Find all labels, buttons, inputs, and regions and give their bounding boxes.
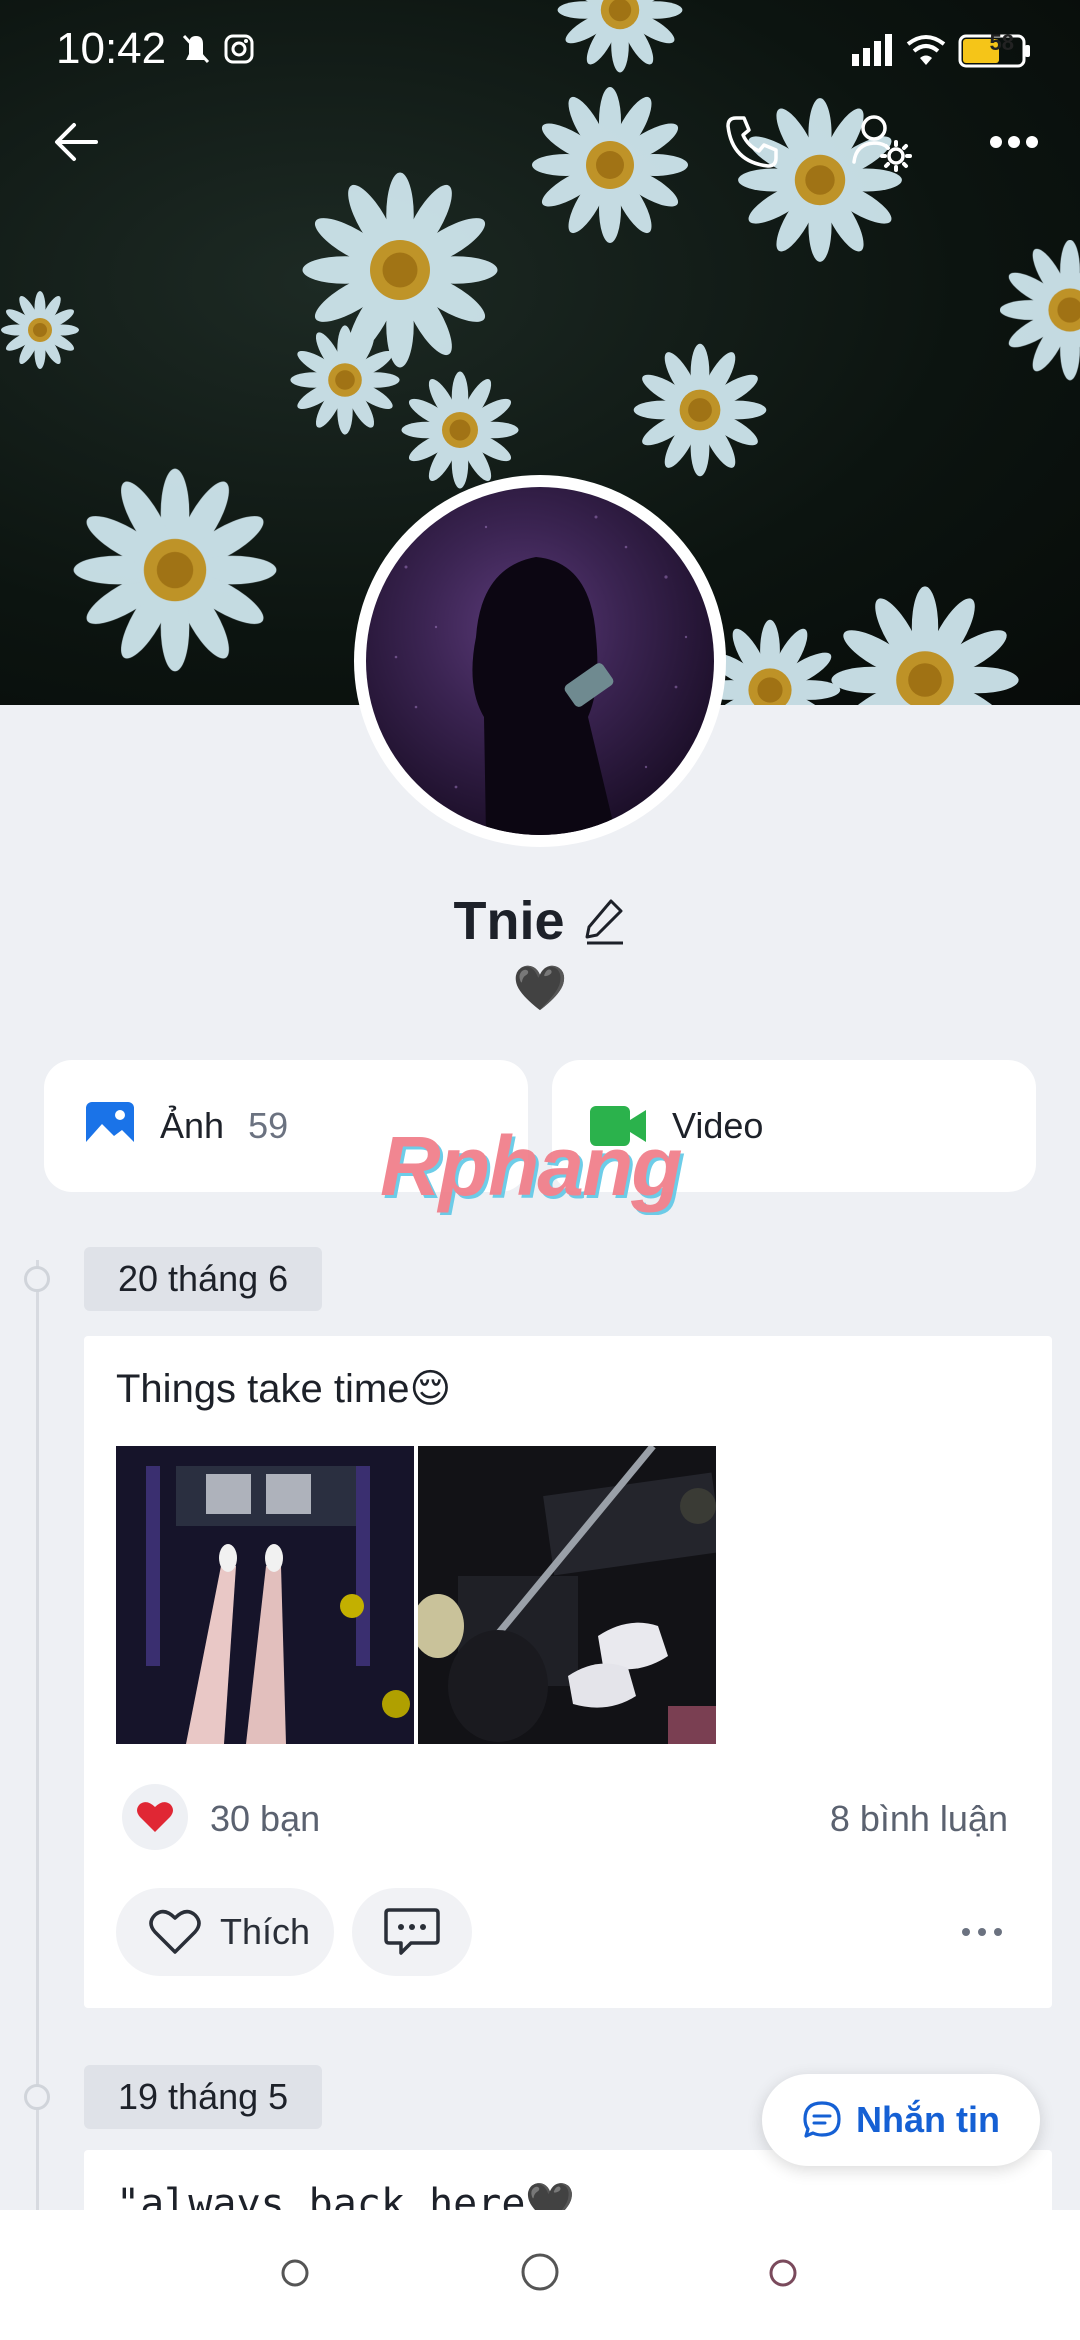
dot xyxy=(994,1928,1002,1936)
timeline-line xyxy=(36,1260,39,2220)
message-button[interactable]: Nhắn tin xyxy=(762,2074,1040,2166)
dot xyxy=(962,1928,970,1936)
reaction-summary[interactable] xyxy=(122,1784,188,1850)
call-button[interactable] xyxy=(712,102,792,182)
status-time: 10:42 xyxy=(56,24,167,73)
avatar-image xyxy=(366,487,714,835)
circle-small-icon xyxy=(281,2259,309,2287)
photos-count: 59 xyxy=(248,1105,289,1146)
heart-outline-icon xyxy=(149,1909,201,1954)
profile-name-row: Tnie xyxy=(0,890,1080,952)
back-button[interactable] xyxy=(36,102,116,182)
nav-home-button[interactable] xyxy=(520,2252,560,2297)
videos-label: Video xyxy=(672,1105,764,1146)
system-nav-bar xyxy=(0,2210,1080,2340)
avatar[interactable] xyxy=(354,475,726,847)
comment-button[interactable] xyxy=(352,1888,472,1976)
photo-icon xyxy=(86,1102,134,1150)
nav-back-button[interactable] xyxy=(768,2258,798,2293)
status-bar: 10:42 58 xyxy=(0,0,1080,100)
timeline-dot xyxy=(24,1266,50,1292)
dot xyxy=(978,1928,986,1936)
chat-bubble-icon xyxy=(803,2101,841,2138)
comment-icon xyxy=(384,1908,440,1955)
battery-level: 58 xyxy=(989,30,1014,55)
message-label: Nhắn tin xyxy=(856,2099,1000,2140)
profile-name: Tnie xyxy=(453,891,565,951)
more-options-button[interactable] xyxy=(974,102,1054,182)
post-photo-1[interactable] xyxy=(116,1446,414,1744)
more-horizontal-icon xyxy=(990,136,1038,148)
status-notification-icons xyxy=(178,30,258,75)
pencil-icon xyxy=(585,899,623,945)
reaction-count[interactable]: 30 bạn xyxy=(210,1798,320,1840)
post-text: Things take time😌 xyxy=(116,1367,452,1411)
watermark: Rphang xyxy=(380,1119,683,1213)
profile-bio: 🖤 xyxy=(512,964,568,1013)
date-chip: 19 tháng 5 xyxy=(84,2065,323,2129)
post-photo-2[interactable] xyxy=(418,1446,716,1744)
user-gear-icon xyxy=(852,115,912,172)
timeline-post[interactable]: Things take time😌 30 bạn 8 bình luận Thí… xyxy=(84,1336,1052,2008)
home-circle-icon xyxy=(521,2253,559,2291)
post-more-button[interactable] xyxy=(952,1910,1012,1954)
like-label: Thích xyxy=(220,1911,311,1952)
like-button[interactable]: Thích xyxy=(116,1888,334,1976)
edit-name-button[interactable] xyxy=(583,897,627,945)
date-chip: 20 tháng 6 xyxy=(84,1247,323,1311)
circle-small-icon xyxy=(769,2259,797,2287)
comment-count[interactable]: 8 bình luận xyxy=(830,1798,1008,1840)
nav-recent-button[interactable] xyxy=(280,2258,310,2293)
photos-label: Ảnh xyxy=(160,1105,225,1146)
arrow-left-icon xyxy=(55,123,98,161)
profile-settings-button[interactable] xyxy=(842,102,922,182)
heart-icon xyxy=(137,1802,173,1832)
timeline-dot xyxy=(24,2084,50,2110)
phone-icon xyxy=(726,116,778,168)
